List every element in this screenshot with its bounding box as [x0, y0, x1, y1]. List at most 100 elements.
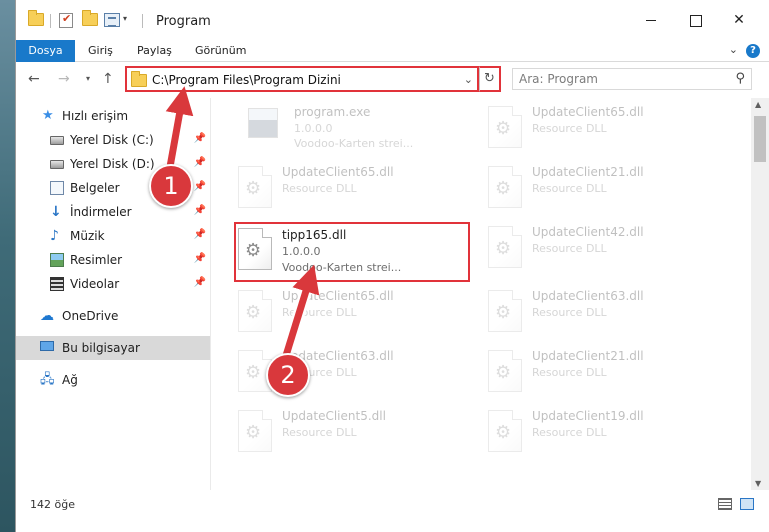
details-view-icon[interactable] [718, 498, 732, 510]
dll-file-icon [488, 350, 522, 392]
pin-icon[interactable]: 📌 [194, 205, 206, 216]
pin-icon[interactable]: 📌 [194, 133, 206, 144]
file-detail: Resource DLL [532, 122, 607, 135]
download-icon: ↓ [50, 204, 62, 220]
file-detail: Resource DLL [532, 306, 607, 319]
file-tile[interactable]: UpdateClient19.dll Resource DLL [482, 404, 712, 464]
pin-icon[interactable]: 📌 [194, 157, 206, 168]
file-tile[interactable]: UpdateClient65.dll Resource DLL [232, 160, 462, 220]
address-path[interactable]: C:\Program Files\Program Dizini [152, 73, 341, 87]
forward-arrow-icon[interactable]: → [58, 71, 70, 87]
dll-file-icon [488, 106, 522, 148]
nav-item-label: Belgeler [70, 181, 120, 195]
explorer-window: ▾ Program ✕ Dosya Giriş Paylaş Görünüm ⌄… [15, 0, 769, 532]
file-tile[interactable]: UpdateClient65.dll Resource DLL [232, 284, 462, 344]
selected-file-tile[interactable]: tipp165.dll 1.0.0.0 Voodoo-Karten strei.… [234, 222, 470, 282]
quick-access-customize-icon[interactable] [104, 13, 120, 27]
nav-item-videos[interactable]: Videolar 📌 [16, 272, 210, 296]
tab-home[interactable]: Giriş [80, 40, 121, 62]
file-name: UpdateClient21.dll [532, 349, 644, 363]
file-detail: Resource DLL [282, 306, 357, 319]
file-detail: Resource DLL [282, 182, 357, 195]
nav-item-pictures[interactable]: Resimler 📌 [16, 248, 210, 272]
step-badge-2: 2 [266, 353, 310, 397]
file-detail: Resource DLL [532, 242, 607, 255]
nav-item-network[interactable]: 🖧 Ağ [16, 368, 210, 392]
file-tile[interactable]: UpdateClient63.dll Resource DLL [482, 284, 712, 344]
file-tile[interactable]: UpdateClient65.dll Resource DLL [482, 100, 712, 160]
tab-file[interactable]: Dosya [16, 40, 75, 62]
folder-icon [131, 71, 147, 87]
dll-file-icon [238, 228, 272, 270]
nav-item-local-disk-c[interactable]: Yerel Disk (C:) 📌 [16, 128, 210, 152]
dll-file-icon [488, 290, 522, 332]
folder-icon [28, 10, 44, 26]
scroll-thumb[interactable] [754, 116, 766, 162]
onedrive-icon: ☁ [40, 308, 54, 324]
nav-item-quick-access[interactable]: ★ Hızlı erişim [16, 104, 210, 128]
pictures-icon [50, 253, 64, 267]
nav-item-this-pc[interactable]: Bu bilgisayar [16, 336, 210, 360]
computer-icon [40, 341, 54, 351]
chevron-down-icon[interactable]: ⌄ [464, 73, 473, 86]
maximize-button[interactable] [680, 8, 710, 32]
quick-access-dropdown-icon[interactable]: ▾ [123, 14, 127, 23]
tab-view[interactable]: Görünüm [187, 40, 254, 62]
address-bar[interactable]: C:\Program Files\Program Dizini ⌄ [125, 66, 479, 92]
file-name: UpdateClient19.dll [532, 409, 644, 423]
star-icon: ★ [42, 108, 54, 123]
file-tile[interactable]: program.exe 1.0.0.0 Voodoo-Karten strei.… [242, 100, 472, 160]
nav-item-onedrive[interactable]: ☁ OneDrive [16, 304, 210, 328]
ribbon-expand-icon[interactable]: ⌄ [729, 43, 738, 56]
tiles-view-icon[interactable] [740, 498, 754, 510]
help-button[interactable]: ? [746, 44, 760, 58]
pin-icon[interactable]: 📌 [194, 181, 206, 192]
minimize-button[interactable] [636, 8, 666, 32]
file-list: program.exe 1.0.0.0 Voodoo-Karten strei.… [212, 98, 746, 490]
tab-share[interactable]: Paylaş [129, 40, 180, 62]
vertical-scrollbar[interactable]: ▲ ▼ [751, 98, 769, 490]
file-tile[interactable]: UpdateClient42.dll Resource DLL [482, 220, 712, 280]
pin-icon[interactable]: 📌 [194, 229, 206, 240]
exe-file-icon [248, 108, 278, 138]
documents-icon [50, 181, 64, 195]
nav-item-label: Müzik [70, 229, 105, 243]
dll-file-icon [238, 290, 272, 332]
navigation-pane: ★ Hızlı erişim Yerel Disk (C:) 📌 Yerel D… [16, 98, 211, 490]
up-arrow-icon[interactable]: ↑ [102, 71, 114, 87]
new-folder-icon[interactable] [82, 10, 98, 26]
toolbar-separator [142, 14, 143, 28]
file-name: UpdateClient65.dll [282, 289, 394, 303]
nav-item-music[interactable]: ♪ Müzik 📌 [16, 224, 210, 248]
file-name: UpdateClient42.dll [532, 225, 644, 239]
status-bar: 142 öğe [16, 490, 769, 532]
file-detail: Resource DLL [532, 426, 607, 439]
file-name: UpdateClient63.dll [532, 289, 644, 303]
toolbar-separator [50, 14, 51, 28]
file-detail: Resource DLL [282, 426, 357, 439]
nav-item-label: Videolar [70, 277, 120, 291]
nav-item-label: Ağ [62, 373, 78, 387]
file-tile[interactable]: UpdateClient21.dll Resource DLL [482, 344, 712, 404]
pin-icon[interactable]: 📌 [194, 253, 206, 264]
refresh-button[interactable]: ↻ [479, 66, 501, 92]
file-tile[interactable]: UpdateClient5.dll Resource DLL [232, 404, 462, 464]
recent-locations-dropdown-icon[interactable]: ▾ [86, 74, 90, 83]
back-arrow-icon[interactable]: ← [28, 71, 40, 87]
nav-item-label: Resimler [70, 253, 123, 267]
search-icon[interactable]: ⚲ [735, 71, 745, 86]
properties-check-icon[interactable] [59, 12, 73, 28]
file-detail: Resource DLL [532, 182, 607, 195]
close-button[interactable]: ✕ [724, 8, 754, 32]
scroll-down-icon[interactable]: ▼ [755, 479, 761, 488]
pin-icon[interactable]: 📌 [194, 277, 206, 288]
search-placeholder: Ara: Program [519, 72, 598, 86]
music-icon: ♪ [50, 228, 59, 244]
nav-item-label: Hızlı erişim [62, 109, 129, 123]
file-detail: 1.0.0.0 [282, 245, 321, 258]
item-count: 142 öğe [30, 498, 75, 511]
file-tile[interactable]: UpdateClient21.dll Resource DLL [482, 160, 712, 220]
search-input[interactable]: Ara: Program ⚲ [512, 68, 752, 90]
scroll-up-icon[interactable]: ▲ [755, 100, 761, 109]
nav-item-label: Yerel Disk (C:) [70, 133, 154, 147]
